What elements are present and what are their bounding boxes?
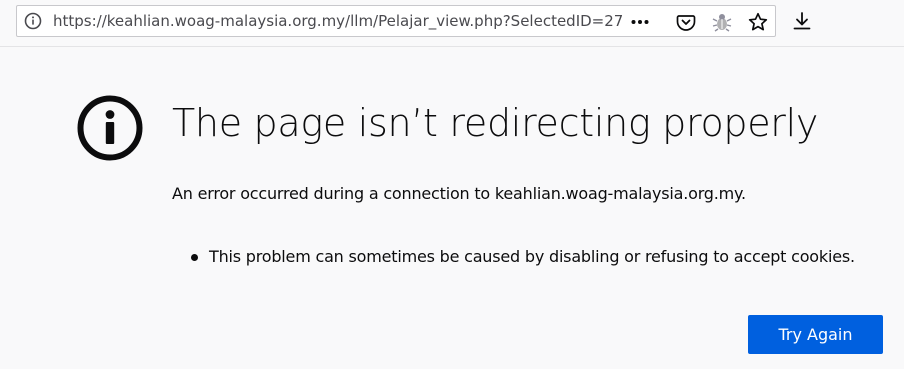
list-item-text: This problem can sometimes be caused by … xyxy=(209,247,855,266)
star-icon[interactable] xyxy=(747,11,769,33)
info-circle-icon xyxy=(76,94,144,162)
error-description: An error occurred during a connection to… xyxy=(172,184,746,203)
site-info-icon[interactable] xyxy=(23,11,43,31)
browser-toolbar: https://keahlian.woag-malaysia.org.my/ll… xyxy=(0,0,904,47)
pocket-icon[interactable] xyxy=(675,11,697,33)
bullet-icon xyxy=(191,254,198,261)
try-again-button[interactable]: Try Again xyxy=(748,315,883,354)
extension-bug-icon[interactable] xyxy=(711,11,733,33)
url-text[interactable]: https://keahlian.woag-malaysia.org.my/ll… xyxy=(53,6,643,36)
address-bar[interactable]: https://keahlian.woag-malaysia.org.my/ll… xyxy=(16,5,776,37)
download-icon[interactable] xyxy=(790,9,814,33)
list-item: This problem can sometimes be caused by … xyxy=(172,245,855,269)
page-title: The page isn’t redirecting properly xyxy=(172,101,819,145)
more-horizontal-icon[interactable] xyxy=(629,11,651,33)
suggestion-list: This problem can sometimes be caused by … xyxy=(172,245,855,269)
